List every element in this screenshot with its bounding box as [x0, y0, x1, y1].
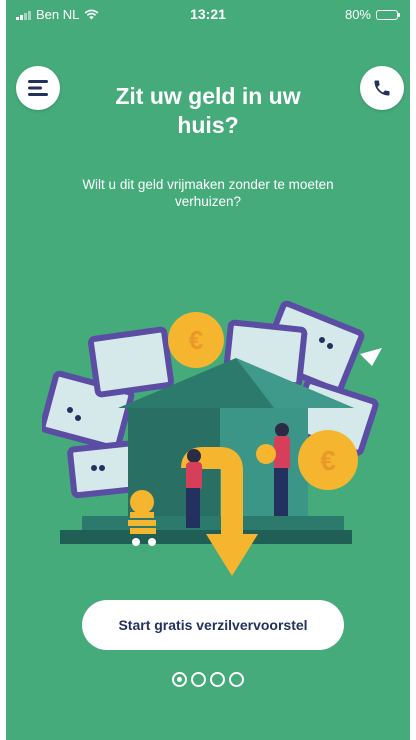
battery-group: 80%	[344, 7, 400, 22]
pagination-dots	[6, 672, 410, 687]
page-subtitle: Wilt u dit geld vrijmaken zonder te moet…	[82, 177, 334, 209]
battery-percentage: 80%	[344, 7, 371, 22]
battery-icon	[376, 9, 400, 20]
paper-plane-icon	[360, 348, 382, 366]
app-screen: Ben NL 13:21 80% Zit uw geld in uw huis?…	[6, 0, 410, 740]
menu-icon	[28, 80, 48, 96]
status-bar: Ben NL 13:21 80%	[6, 0, 410, 28]
euro-coin-right: €	[298, 430, 358, 490]
pagination-dot-2[interactable]	[191, 672, 206, 687]
page-title: Zit uw geld in uw huis?	[115, 83, 301, 138]
start-proposal-button[interactable]: Start gratis verzilvervoorstel	[82, 600, 344, 650]
menu-button[interactable]	[16, 66, 60, 110]
euro-coin-top: €	[168, 312, 224, 368]
pagination-dot-3[interactable]	[210, 672, 225, 687]
house-money-illustration: € €	[42, 300, 382, 576]
pagination-dot-1[interactable]	[172, 672, 187, 687]
svg-text:€: €	[189, 325, 203, 355]
pagination-dot-4[interactable]	[229, 672, 244, 687]
svg-text:€: €	[320, 445, 336, 476]
phone-icon	[374, 80, 390, 96]
banknote-left-upper	[87, 326, 175, 398]
call-button[interactable]	[360, 66, 404, 110]
